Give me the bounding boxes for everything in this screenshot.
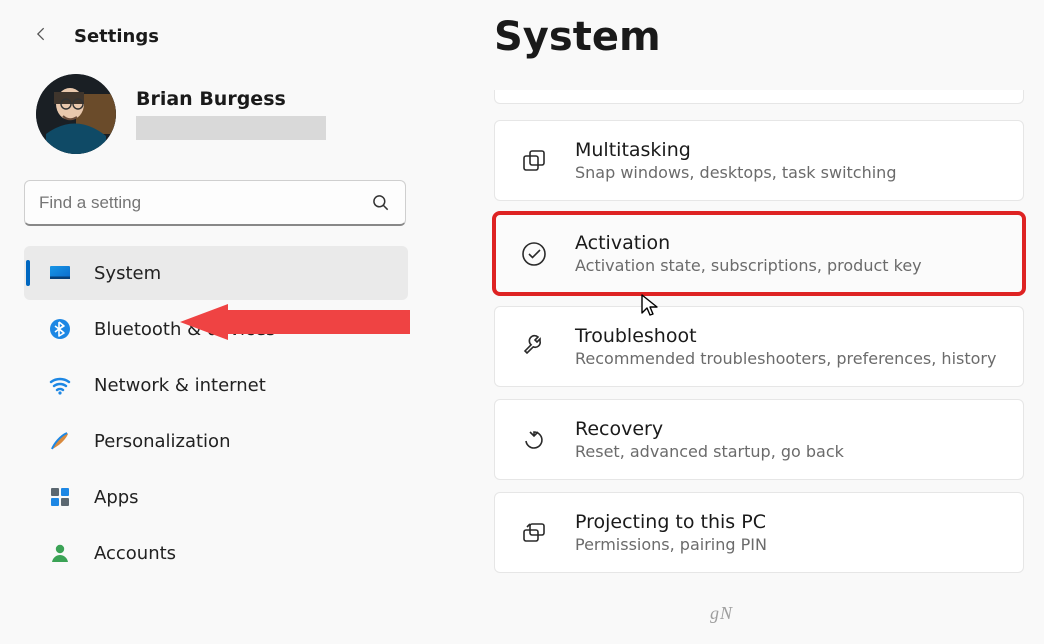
main-panel: System Multitasking Snap windows, deskto…	[430, 0, 1044, 644]
card-sliver	[494, 90, 1024, 104]
brush-icon	[48, 429, 72, 453]
nav-item-bluetooth[interactable]: Bluetooth & devices	[24, 302, 408, 356]
nav-label: Bluetooth & devices	[94, 319, 275, 340]
nav-item-personalization[interactable]: Personalization	[24, 414, 408, 468]
search-input[interactable]	[39, 193, 361, 213]
nav: System Bluetooth & devices Network & int…	[24, 246, 430, 580]
arrow-left-icon	[32, 24, 52, 48]
person-icon	[48, 541, 72, 565]
nav-item-system[interactable]: System	[24, 246, 408, 300]
wrench-icon	[519, 332, 549, 362]
system-icon	[48, 261, 72, 285]
check-circle-icon	[519, 239, 549, 269]
nav-item-apps[interactable]: Apps	[24, 470, 408, 524]
card-subtitle: Permissions, pairing PIN	[575, 535, 767, 554]
card-subtitle: Recommended troubleshooters, preferences…	[575, 349, 996, 368]
profile-block[interactable]: Brian Burgess	[24, 70, 430, 180]
card-title: Projecting to this PC	[575, 511, 767, 533]
card-troubleshoot[interactable]: Troubleshoot Recommended troubleshooters…	[494, 306, 1024, 387]
profile-info: Brian Burgess	[136, 88, 326, 140]
nav-item-network[interactable]: Network & internet	[24, 358, 408, 412]
sidebar-header: Settings	[24, 18, 430, 70]
card-title: Activation	[575, 232, 922, 254]
projecting-icon	[519, 518, 549, 548]
card-title: Troubleshoot	[575, 325, 996, 347]
apps-icon	[48, 485, 72, 509]
profile-name: Brian Burgess	[136, 88, 326, 110]
card-subtitle: Snap windows, desktops, task switching	[575, 163, 896, 182]
card-recovery[interactable]: Recovery Reset, advanced startup, go bac…	[494, 399, 1024, 480]
nav-label: Accounts	[94, 543, 176, 564]
card-subtitle: Reset, advanced startup, go back	[575, 442, 844, 461]
search-icon	[371, 193, 391, 213]
sidebar: Settings	[0, 0, 430, 644]
nav-label: Personalization	[94, 431, 230, 452]
bluetooth-icon	[48, 317, 72, 341]
page-title: System	[494, 14, 1024, 60]
multitask-icon	[519, 146, 549, 176]
nav-label: Apps	[94, 487, 139, 508]
search-box[interactable]	[24, 180, 406, 226]
card-title: Recovery	[575, 418, 844, 440]
card-projecting[interactable]: Projecting to this PC Permissions, pairi…	[494, 492, 1024, 573]
nav-item-accounts[interactable]: Accounts	[24, 526, 408, 580]
nav-label: System	[94, 263, 161, 284]
settings-title: Settings	[74, 26, 159, 47]
back-button[interactable]	[30, 24, 54, 48]
avatar	[36, 74, 116, 154]
card-title: Multitasking	[575, 139, 896, 161]
nav-label: Network & internet	[94, 375, 266, 396]
card-activation[interactable]: Activation Activation state, subscriptio…	[494, 213, 1024, 294]
wifi-icon	[48, 373, 72, 397]
profile-email-redacted	[136, 116, 326, 140]
card-multitasking[interactable]: Multitasking Snap windows, desktops, tas…	[494, 120, 1024, 201]
card-subtitle: Activation state, subscriptions, product…	[575, 256, 922, 275]
settings-cards: Multitasking Snap windows, desktops, tas…	[494, 90, 1024, 573]
recovery-icon	[519, 425, 549, 455]
